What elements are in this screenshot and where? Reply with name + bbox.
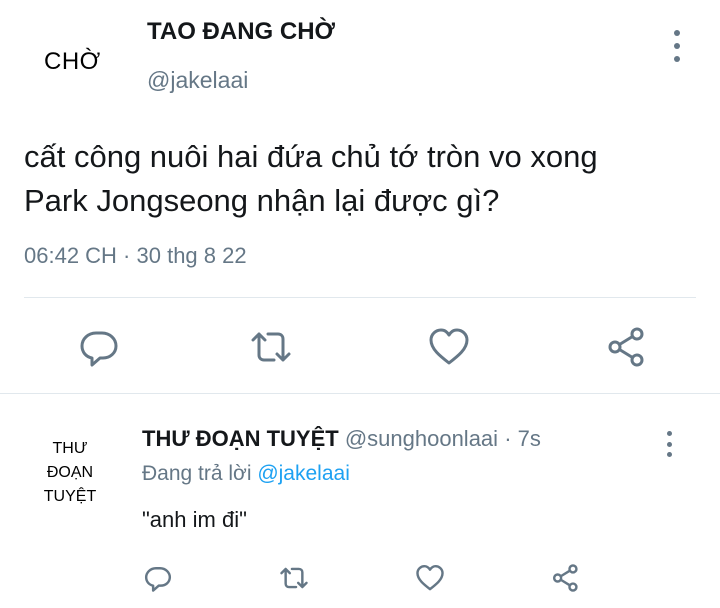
like-button[interactable] bbox=[414, 562, 446, 594]
like-icon bbox=[429, 328, 469, 365]
reply-icon bbox=[80, 331, 118, 367]
share-button[interactable] bbox=[550, 562, 582, 594]
tweet-thread: CHỜ TAO ĐANG CHỜ @jakelaai cất công nuôi… bbox=[0, 0, 720, 608]
avatar-text: ĐOẠN bbox=[46, 464, 94, 481]
mention-link[interactable]: @jakelaai bbox=[257, 462, 350, 485]
author-display-name[interactable]: TAO ĐANG CHỜ bbox=[147, 18, 335, 46]
reply-display-name[interactable]: THƯ ĐOẠN TUYỆT bbox=[142, 426, 339, 451]
replying-prefix: Đang trả lời bbox=[142, 462, 252, 485]
avatar-text: TUYỆT bbox=[43, 488, 97, 505]
share-icon bbox=[608, 327, 644, 367]
reply-time[interactable]: 7s bbox=[518, 426, 541, 451]
separator: · bbox=[504, 426, 512, 451]
action-bar bbox=[0, 324, 720, 370]
like-icon bbox=[416, 564, 444, 591]
like-button[interactable] bbox=[426, 324, 472, 370]
reply-action-bar bbox=[0, 562, 720, 592]
reply-handle[interactable]: @sunghoonlaai bbox=[345, 426, 498, 451]
more-options-icon[interactable] bbox=[662, 431, 676, 457]
tweet-timestamp[interactable]: 06:42 CH · 30 thg 8 22 bbox=[24, 243, 247, 269]
retweet-button[interactable] bbox=[278, 562, 310, 594]
avatar-text: THƯ bbox=[52, 440, 88, 457]
main-tweet: CHỜ TAO ĐANG CHỜ @jakelaai cất công nuôi… bbox=[0, 0, 720, 394]
retweet-icon bbox=[251, 332, 291, 362]
reply-button[interactable] bbox=[76, 324, 122, 370]
author-handle[interactable]: @jakelaai bbox=[147, 67, 248, 94]
avatar[interactable]: THƯ ĐOẠN TUYỆT bbox=[30, 437, 110, 509]
avatar[interactable]: CHỜ bbox=[44, 48, 124, 76]
replying-to: Đang trả lời @jakelaai bbox=[142, 462, 350, 486]
tweet-text-line: cất công nuôi hai đứa chủ tớ tròn vo xon… bbox=[24, 139, 598, 174]
reply-button[interactable] bbox=[142, 562, 174, 594]
retweet-button[interactable] bbox=[248, 324, 294, 370]
reply-icon bbox=[144, 567, 172, 592]
reply-text: "anh im đi" bbox=[142, 507, 247, 532]
share-button[interactable] bbox=[604, 324, 650, 370]
retweet-icon bbox=[280, 567, 308, 589]
share-icon bbox=[552, 564, 578, 592]
divider bbox=[24, 297, 696, 298]
tweet-text-line: Park Jongseong nhận lại được gì? bbox=[24, 183, 500, 218]
reply-header: THƯ ĐOẠN TUYỆT @sunghoonlaai · 7s bbox=[142, 426, 541, 452]
more-options-icon[interactable] bbox=[668, 30, 686, 62]
tweet-text: cất công nuôi hai đứa chủ tớ tròn vo xon… bbox=[24, 135, 704, 223]
section-divider bbox=[0, 393, 720, 394]
